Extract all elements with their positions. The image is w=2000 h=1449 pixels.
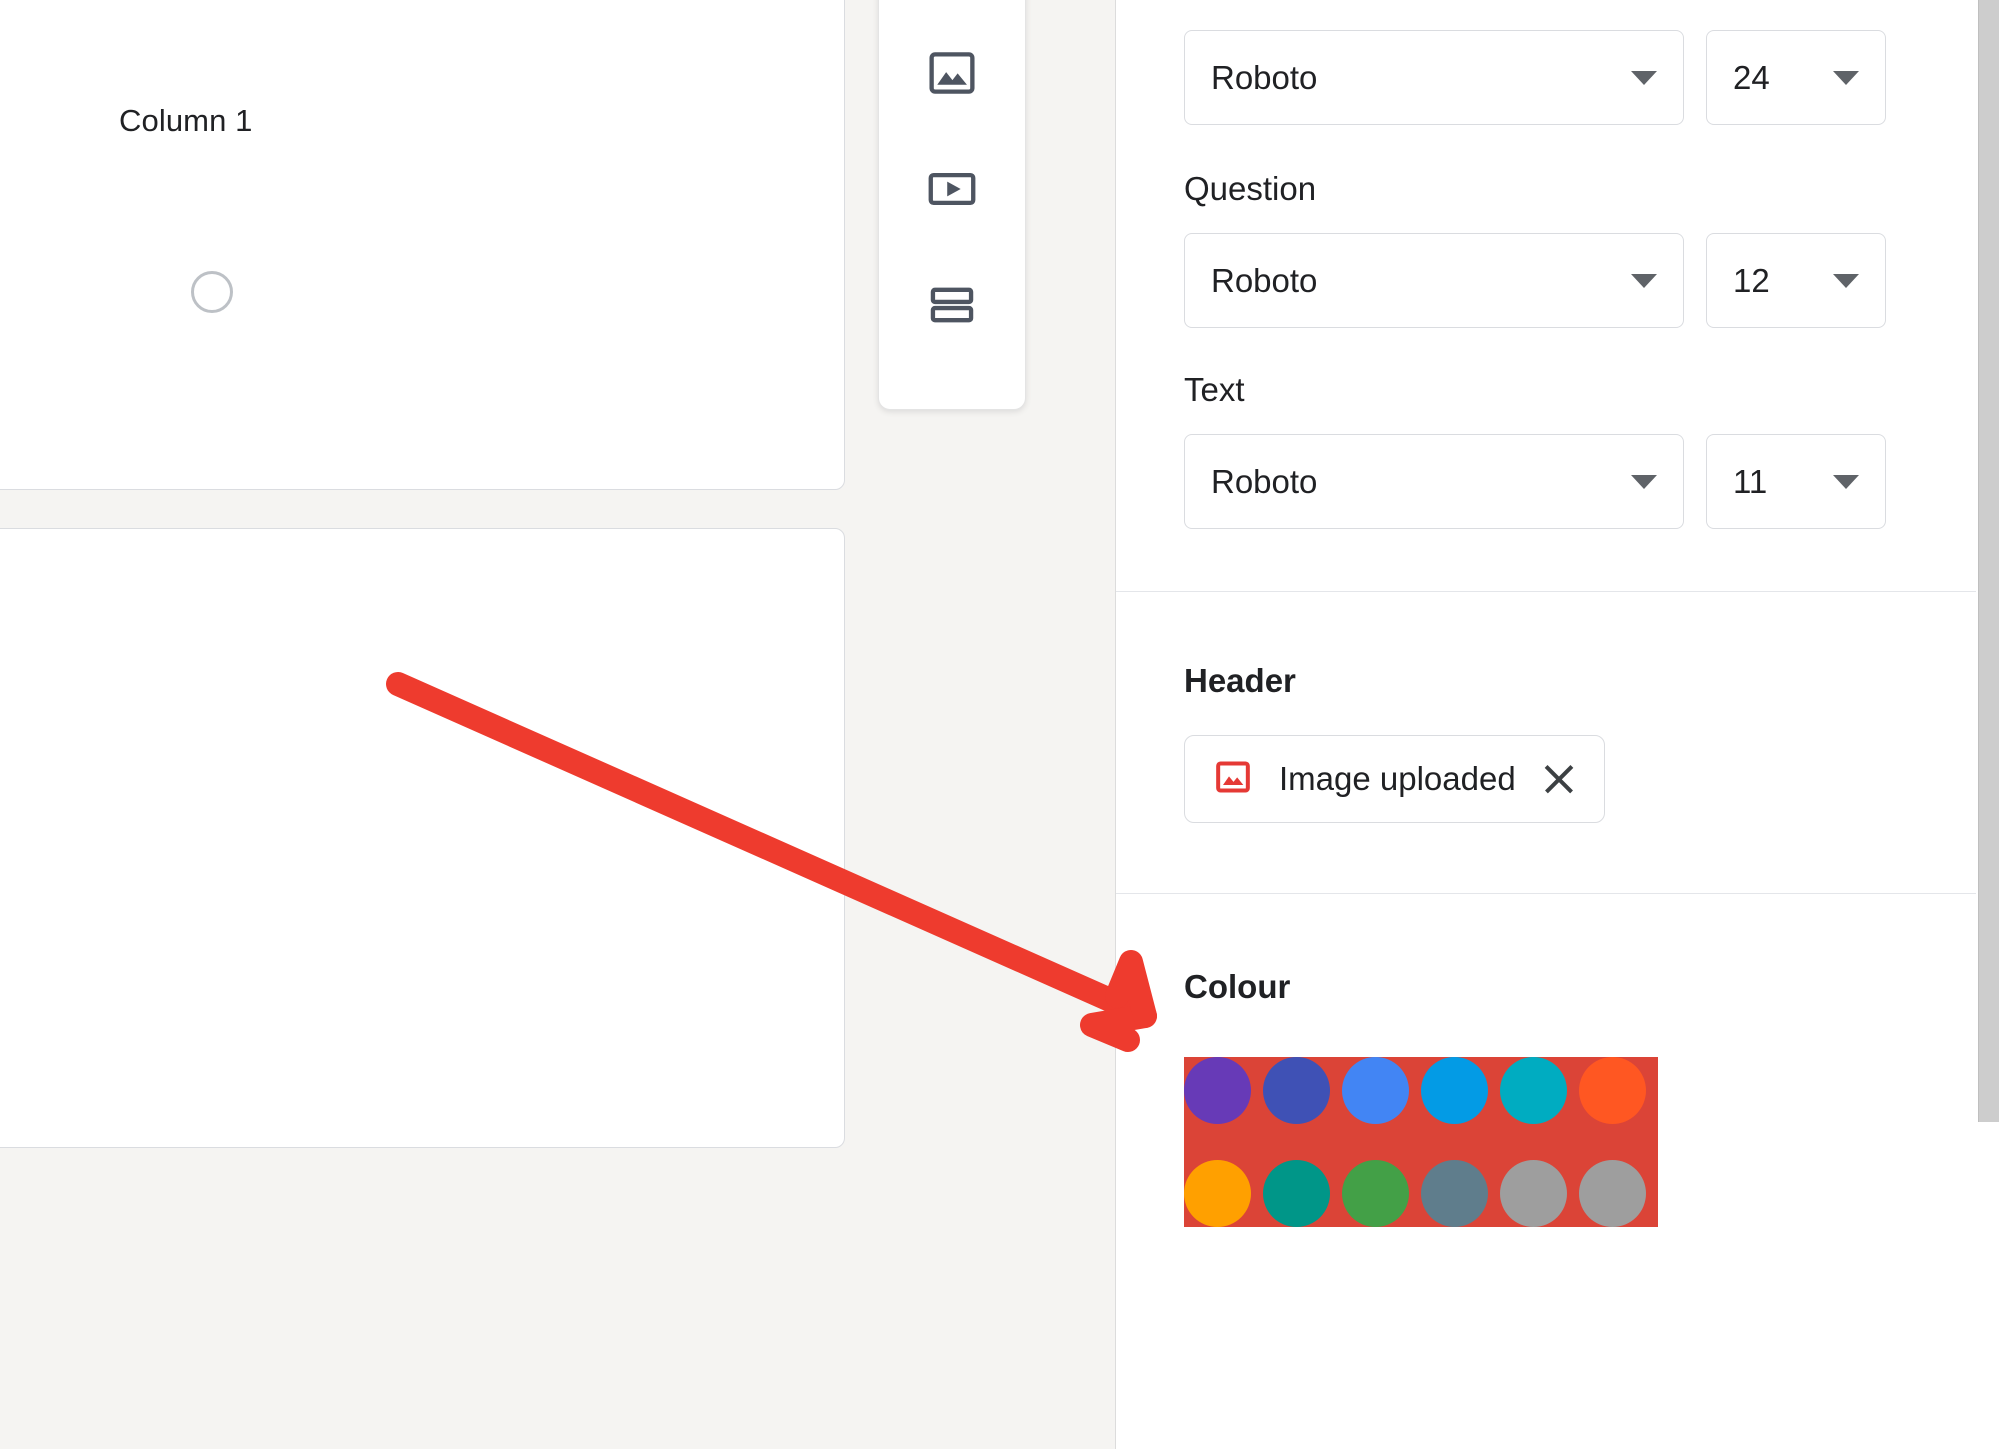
text-size-select[interactable]: 11 <box>1706 434 1886 529</box>
colour-swatch-light-blue[interactable] <box>1500 1057 1567 1124</box>
question-font-select[interactable]: Roboto <box>1184 233 1684 328</box>
image-icon <box>1213 757 1253 802</box>
theme-settings-panel: Roboto 24 Question Roboto 12 Text Roboto… <box>1115 0 2000 1449</box>
colour-swatch-green[interactable] <box>1421 1160 1488 1227</box>
colour-swatch-red[interactable] <box>1184 1057 1251 1124</box>
add-video-button[interactable] <box>922 159 982 219</box>
add-video-icon <box>926 163 978 215</box>
colour-swatch-blue[interactable] <box>1421 1057 1488 1124</box>
heading-font-value: Roboto <box>1211 59 1318 96</box>
chevron-down-icon <box>1833 273 1859 288</box>
close-icon[interactable] <box>1542 762 1576 796</box>
colour-section: Colour <box>1116 894 2000 1227</box>
text-font-section: Text Roboto 11 <box>1116 328 2000 529</box>
heading-font-row: Roboto 24 <box>1184 30 1932 125</box>
colour-swatch-grey[interactable] <box>1579 1160 1646 1227</box>
chevron-down-icon <box>1631 474 1657 489</box>
question-font-section: Question Roboto 12 <box>1116 125 2000 328</box>
panel-scrollbar-thumb[interactable] <box>1978 0 1999 1122</box>
column-header-label: Column 1 <box>119 103 253 138</box>
header-section-title: Header <box>1184 662 1296 699</box>
colour-swatch-blue-grey[interactable] <box>1500 1160 1567 1227</box>
text-font-row: Roboto 11 <box>1184 434 1932 529</box>
form-card-next[interactable] <box>0 528 845 1148</box>
heading-size-select[interactable]: 24 <box>1706 30 1886 125</box>
question-font-value: Roboto <box>1211 262 1318 299</box>
text-font-select[interactable]: Roboto <box>1184 434 1684 529</box>
chevron-down-icon <box>1833 474 1859 489</box>
colour-swatch-deep-orange[interactable] <box>1184 1160 1251 1227</box>
screen-root: Column 1 Roboto 24 Question Roboto 12 Te… <box>0 0 2000 1449</box>
question-font-row: Roboto 12 <box>1184 233 1932 328</box>
chevron-down-icon <box>1631 273 1657 288</box>
add-image-icon <box>926 47 978 99</box>
question-group-label: Question <box>1184 170 1317 207</box>
text-group-label: Text <box>1184 371 1245 408</box>
panel-scrollbar-track[interactable] <box>1978 0 2000 1449</box>
chevron-down-icon <box>1833 70 1859 85</box>
insert-toolbar <box>878 0 1026 410</box>
header-section: Header Image uploaded <box>1116 592 2000 823</box>
add-image-button[interactable] <box>922 43 982 103</box>
form-card-question[interactable]: Column 1 <box>0 0 845 490</box>
colour-swatch-cyan[interactable] <box>1579 1057 1646 1124</box>
colour-swatch-amber[interactable] <box>1263 1160 1330 1227</box>
question-size-select[interactable]: 12 <box>1706 233 1886 328</box>
colour-section-title: Colour <box>1184 968 1291 1005</box>
chevron-down-icon <box>1631 70 1657 85</box>
header-image-chip-label: Image uploaded <box>1279 760 1516 797</box>
heading-font-select[interactable]: Roboto <box>1184 30 1684 125</box>
colour-swatch-teal[interactable] <box>1342 1160 1409 1227</box>
colour-swatch-grid <box>1184 1057 1658 1227</box>
radio-option-1[interactable] <box>191 271 233 313</box>
question-size-value: 12 <box>1733 262 1770 299</box>
text-font-value: Roboto <box>1211 463 1318 500</box>
colour-swatch-indigo[interactable] <box>1342 1057 1409 1124</box>
header-image-chip[interactable]: Image uploaded <box>1184 735 1605 823</box>
heading-size-value: 24 <box>1733 59 1770 96</box>
add-section-button[interactable] <box>922 275 982 335</box>
heading-font-section: Roboto 24 <box>1116 0 2000 125</box>
add-section-icon <box>926 279 978 331</box>
text-size-value: 11 <box>1733 463 1768 500</box>
colour-swatch-purple[interactable] <box>1263 1057 1330 1124</box>
